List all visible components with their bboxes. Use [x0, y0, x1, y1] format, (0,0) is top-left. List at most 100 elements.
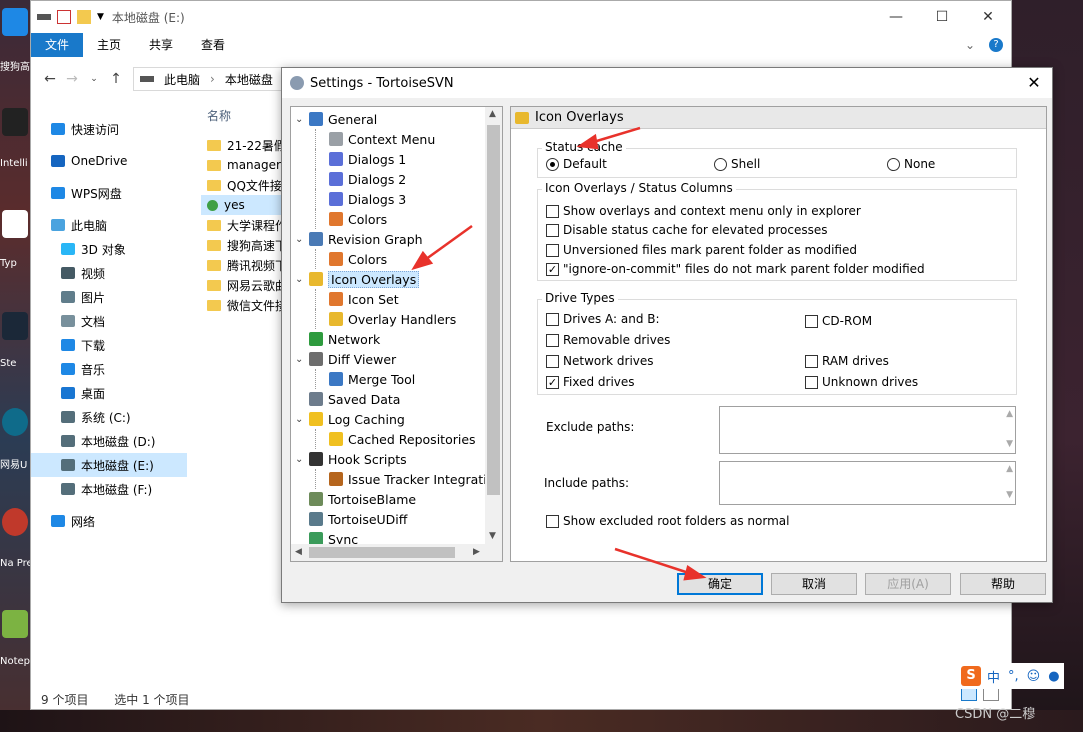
checkbox-icon[interactable]: ✓: [546, 375, 559, 389]
checkbox-icon[interactable]: [546, 333, 559, 347]
emoji-icon[interactable]: ☺: [1027, 669, 1041, 684]
chevron-down-icon[interactable]: ▼: [97, 12, 104, 22]
checkbox-icon[interactable]: [546, 204, 559, 218]
list-item[interactable]: yes: [201, 195, 291, 215]
list-item[interactable]: QQ文件接: [201, 175, 291, 195]
ime-toolbar[interactable]: S 中 °, ☺ ●: [957, 663, 1064, 689]
scroll-thumb[interactable]: [309, 547, 455, 558]
checkbox-icon[interactable]: [546, 312, 559, 326]
recent-chevron-icon[interactable]: ⌄: [83, 74, 105, 84]
details-view-icon[interactable]: [961, 687, 977, 701]
sidebar-item[interactable]: 音乐: [31, 357, 187, 381]
help-icon[interactable]: ?: [989, 38, 1003, 52]
cancel-button[interactable]: 取消: [771, 573, 857, 595]
tree-item[interactable]: Colors: [315, 249, 387, 269]
list-item[interactable]: 微信文件接: [201, 295, 291, 315]
scroll-up-icon[interactable]: ▲: [1006, 464, 1013, 474]
checkbox-icon[interactable]: [546, 223, 559, 237]
ime-mode[interactable]: 中: [987, 667, 1000, 686]
help-button[interactable]: 帮助: [960, 573, 1046, 595]
radio-icon[interactable]: [714, 157, 727, 171]
sidebar-item[interactable]: 系统 (C:): [31, 405, 187, 429]
scroll-right-icon[interactable]: ▶: [473, 547, 480, 557]
forward-icon[interactable]: →: [61, 71, 83, 87]
list-item[interactable]: 搜狗高速下: [201, 235, 291, 255]
checkbox-icon[interactable]: [805, 314, 818, 328]
large-icons-view-icon[interactable]: [983, 687, 999, 701]
tree-item[interactable]: Merge Tool: [315, 369, 415, 389]
tree-item[interactable]: Dialogs 2: [315, 169, 406, 189]
chevron-down-icon[interactable]: ⌄: [295, 114, 307, 125]
overlay-option-checkbox[interactable]: Unversioned files mark parent folder as …: [546, 243, 857, 257]
drive-type-checkbox[interactable]: Drives A: and B:: [546, 312, 660, 326]
tree-item[interactable]: ⌄ Hook Scripts: [295, 449, 407, 469]
minimize-button[interactable]: —: [873, 1, 919, 33]
chevron-down-icon[interactable]: ⌄: [295, 354, 307, 365]
tree-item[interactable]: Overlay Handlers: [315, 309, 456, 329]
dialog-close-button[interactable]: ✕: [1022, 71, 1046, 95]
show-excluded-checkbox[interactable]: Show excluded root folders as normal: [546, 514, 789, 528]
tree-item[interactable]: Context Menu: [315, 129, 435, 149]
scroll-up-icon[interactable]: ▲: [489, 109, 496, 119]
tree-item[interactable]: Network: [295, 329, 380, 349]
sidebar-item[interactable]: 本地磁盘 (E:): [31, 453, 187, 477]
drive-type-checkbox[interactable]: RAM drives: [805, 354, 889, 368]
sidebar-item[interactable]: 桌面: [31, 381, 187, 405]
list-item[interactable]: manager: [201, 155, 291, 175]
tab-file[interactable]: 文件: [31, 33, 84, 57]
scroll-down-icon[interactable]: ▼: [1006, 490, 1013, 500]
sidebar-item[interactable]: 快速访问: [31, 117, 187, 141]
tab-home[interactable]: 主页: [83, 33, 135, 57]
checkbox-icon[interactable]: [546, 243, 559, 257]
radio-none[interactable]: None: [887, 157, 935, 171]
notepad-icon[interactable]: [2, 610, 28, 638]
apply-button[interactable]: 应用(A): [865, 573, 951, 595]
drive-type-checkbox[interactable]: Unknown drives: [805, 375, 918, 389]
drive-type-checkbox[interactable]: ✓ Fixed drives: [546, 375, 635, 389]
exclude-paths-field[interactable]: ▲ ▼: [719, 406, 1016, 454]
sidebar-item[interactable]: 网络: [31, 509, 187, 533]
list-item[interactable]: 21-22暑假: [201, 135, 291, 155]
close-button[interactable]: ✕: [965, 1, 1011, 33]
column-header-name[interactable]: 名称: [207, 107, 231, 124]
sidebar-item[interactable]: 下载: [31, 333, 187, 357]
sidebar-item[interactable]: 文档: [31, 309, 187, 333]
intellij-icon[interactable]: [2, 108, 28, 136]
sidebar-item[interactable]: OneDrive: [31, 149, 187, 173]
tree-item[interactable]: Dialogs 1: [315, 149, 406, 169]
scroll-up-icon[interactable]: ▲: [1006, 409, 1013, 419]
tab-view[interactable]: 查看: [187, 33, 239, 57]
ime-punct[interactable]: °,: [1008, 669, 1019, 684]
scroll-down-icon[interactable]: ▼: [1006, 439, 1013, 449]
breadcrumb-this-pc[interactable]: 此电脑: [164, 71, 200, 88]
properties-icon[interactable]: [57, 10, 71, 24]
tree-item[interactable]: ⌄ General: [295, 109, 377, 129]
tree-item[interactable]: ⌄ Icon Overlays: [295, 269, 420, 289]
drive-type-checkbox[interactable]: Network drives: [546, 354, 654, 368]
tree-item[interactable]: Issue Tracker Integrati: [315, 469, 487, 489]
overlay-option-checkbox[interactable]: ✓ "ignore-on-commit" files do not mark pa…: [546, 262, 925, 276]
ok-button[interactable]: 确定: [677, 573, 763, 595]
chevron-down-icon[interactable]: ⌄: [295, 234, 307, 245]
checkbox-icon[interactable]: [546, 354, 559, 368]
overlay-option-checkbox[interactable]: Disable status cache for elevated proces…: [546, 223, 828, 237]
tree-item[interactable]: ⌄ Revision Graph: [295, 229, 423, 249]
drive-type-checkbox[interactable]: Removable drives: [546, 333, 670, 347]
tree-vertical-scrollbar[interactable]: ▲ ▼: [485, 107, 502, 545]
tree-item[interactable]: TortoiseUDiff: [295, 509, 407, 529]
drive-type-checkbox[interactable]: CD-ROM: [805, 314, 872, 328]
overlay-option-checkbox[interactable]: Show overlays and context menu only in e…: [546, 204, 861, 218]
tab-share[interactable]: 共享: [135, 33, 187, 57]
list-item[interactable]: 网易云歌曲: [201, 275, 291, 295]
tree-item[interactable]: ⌄ Diff Viewer: [295, 349, 396, 369]
sidebar-item[interactable]: 本地磁盘 (F:): [31, 477, 187, 501]
radio-icon[interactable]: [546, 157, 559, 171]
checkbox-icon[interactable]: [546, 514, 559, 528]
checkbox-icon[interactable]: [805, 375, 818, 389]
tree-horizontal-scrollbar[interactable]: ◀ ▶: [291, 544, 502, 561]
include-paths-field[interactable]: ▲ ▼: [719, 461, 1016, 505]
radio-icon[interactable]: [887, 157, 900, 171]
radio-default[interactable]: Default: [546, 157, 607, 171]
back-icon[interactable]: ←: [39, 71, 61, 87]
tree-item[interactable]: Colors: [315, 209, 387, 229]
